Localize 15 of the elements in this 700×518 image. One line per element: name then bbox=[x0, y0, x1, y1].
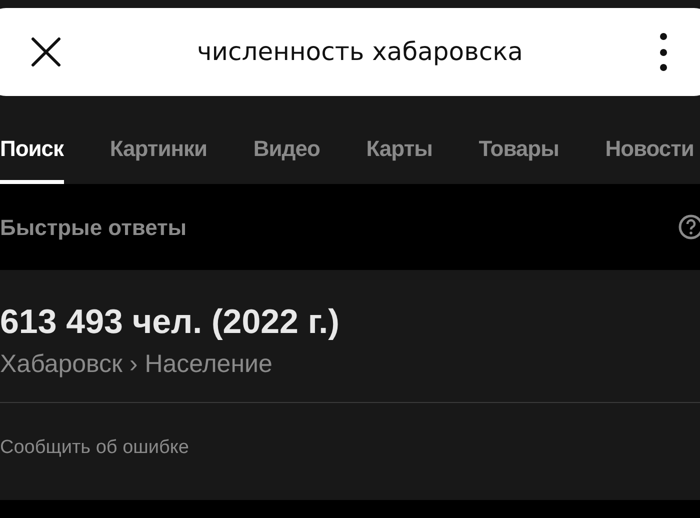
tab[interactable]: Картинки bbox=[110, 130, 208, 184]
help-icon[interactable] bbox=[678, 214, 700, 240]
report-link[interactable]: Сообщить об ошибке bbox=[0, 434, 700, 462]
tab[interactable]: Карты bbox=[366, 130, 432, 184]
search-field[interactable]: численность хабаровска bbox=[0, 8, 700, 96]
tab[interactable]: Поиск bbox=[0, 130, 64, 184]
answer-value: 613 493 чел. (2022 г.) bbox=[0, 302, 340, 343]
breadcrumb: Хабаровск › Население bbox=[0, 349, 274, 380]
search-query: численность хабаровска bbox=[196, 36, 524, 68]
tab[interactable]: Товары bbox=[478, 130, 559, 184]
section-title: Быстрые ответы bbox=[0, 214, 187, 242]
tab[interactable]: Видео bbox=[253, 130, 320, 184]
close-icon[interactable] bbox=[30, 36, 62, 68]
more-icon[interactable] bbox=[658, 32, 668, 72]
tab[interactable]: Новости bbox=[605, 130, 694, 184]
